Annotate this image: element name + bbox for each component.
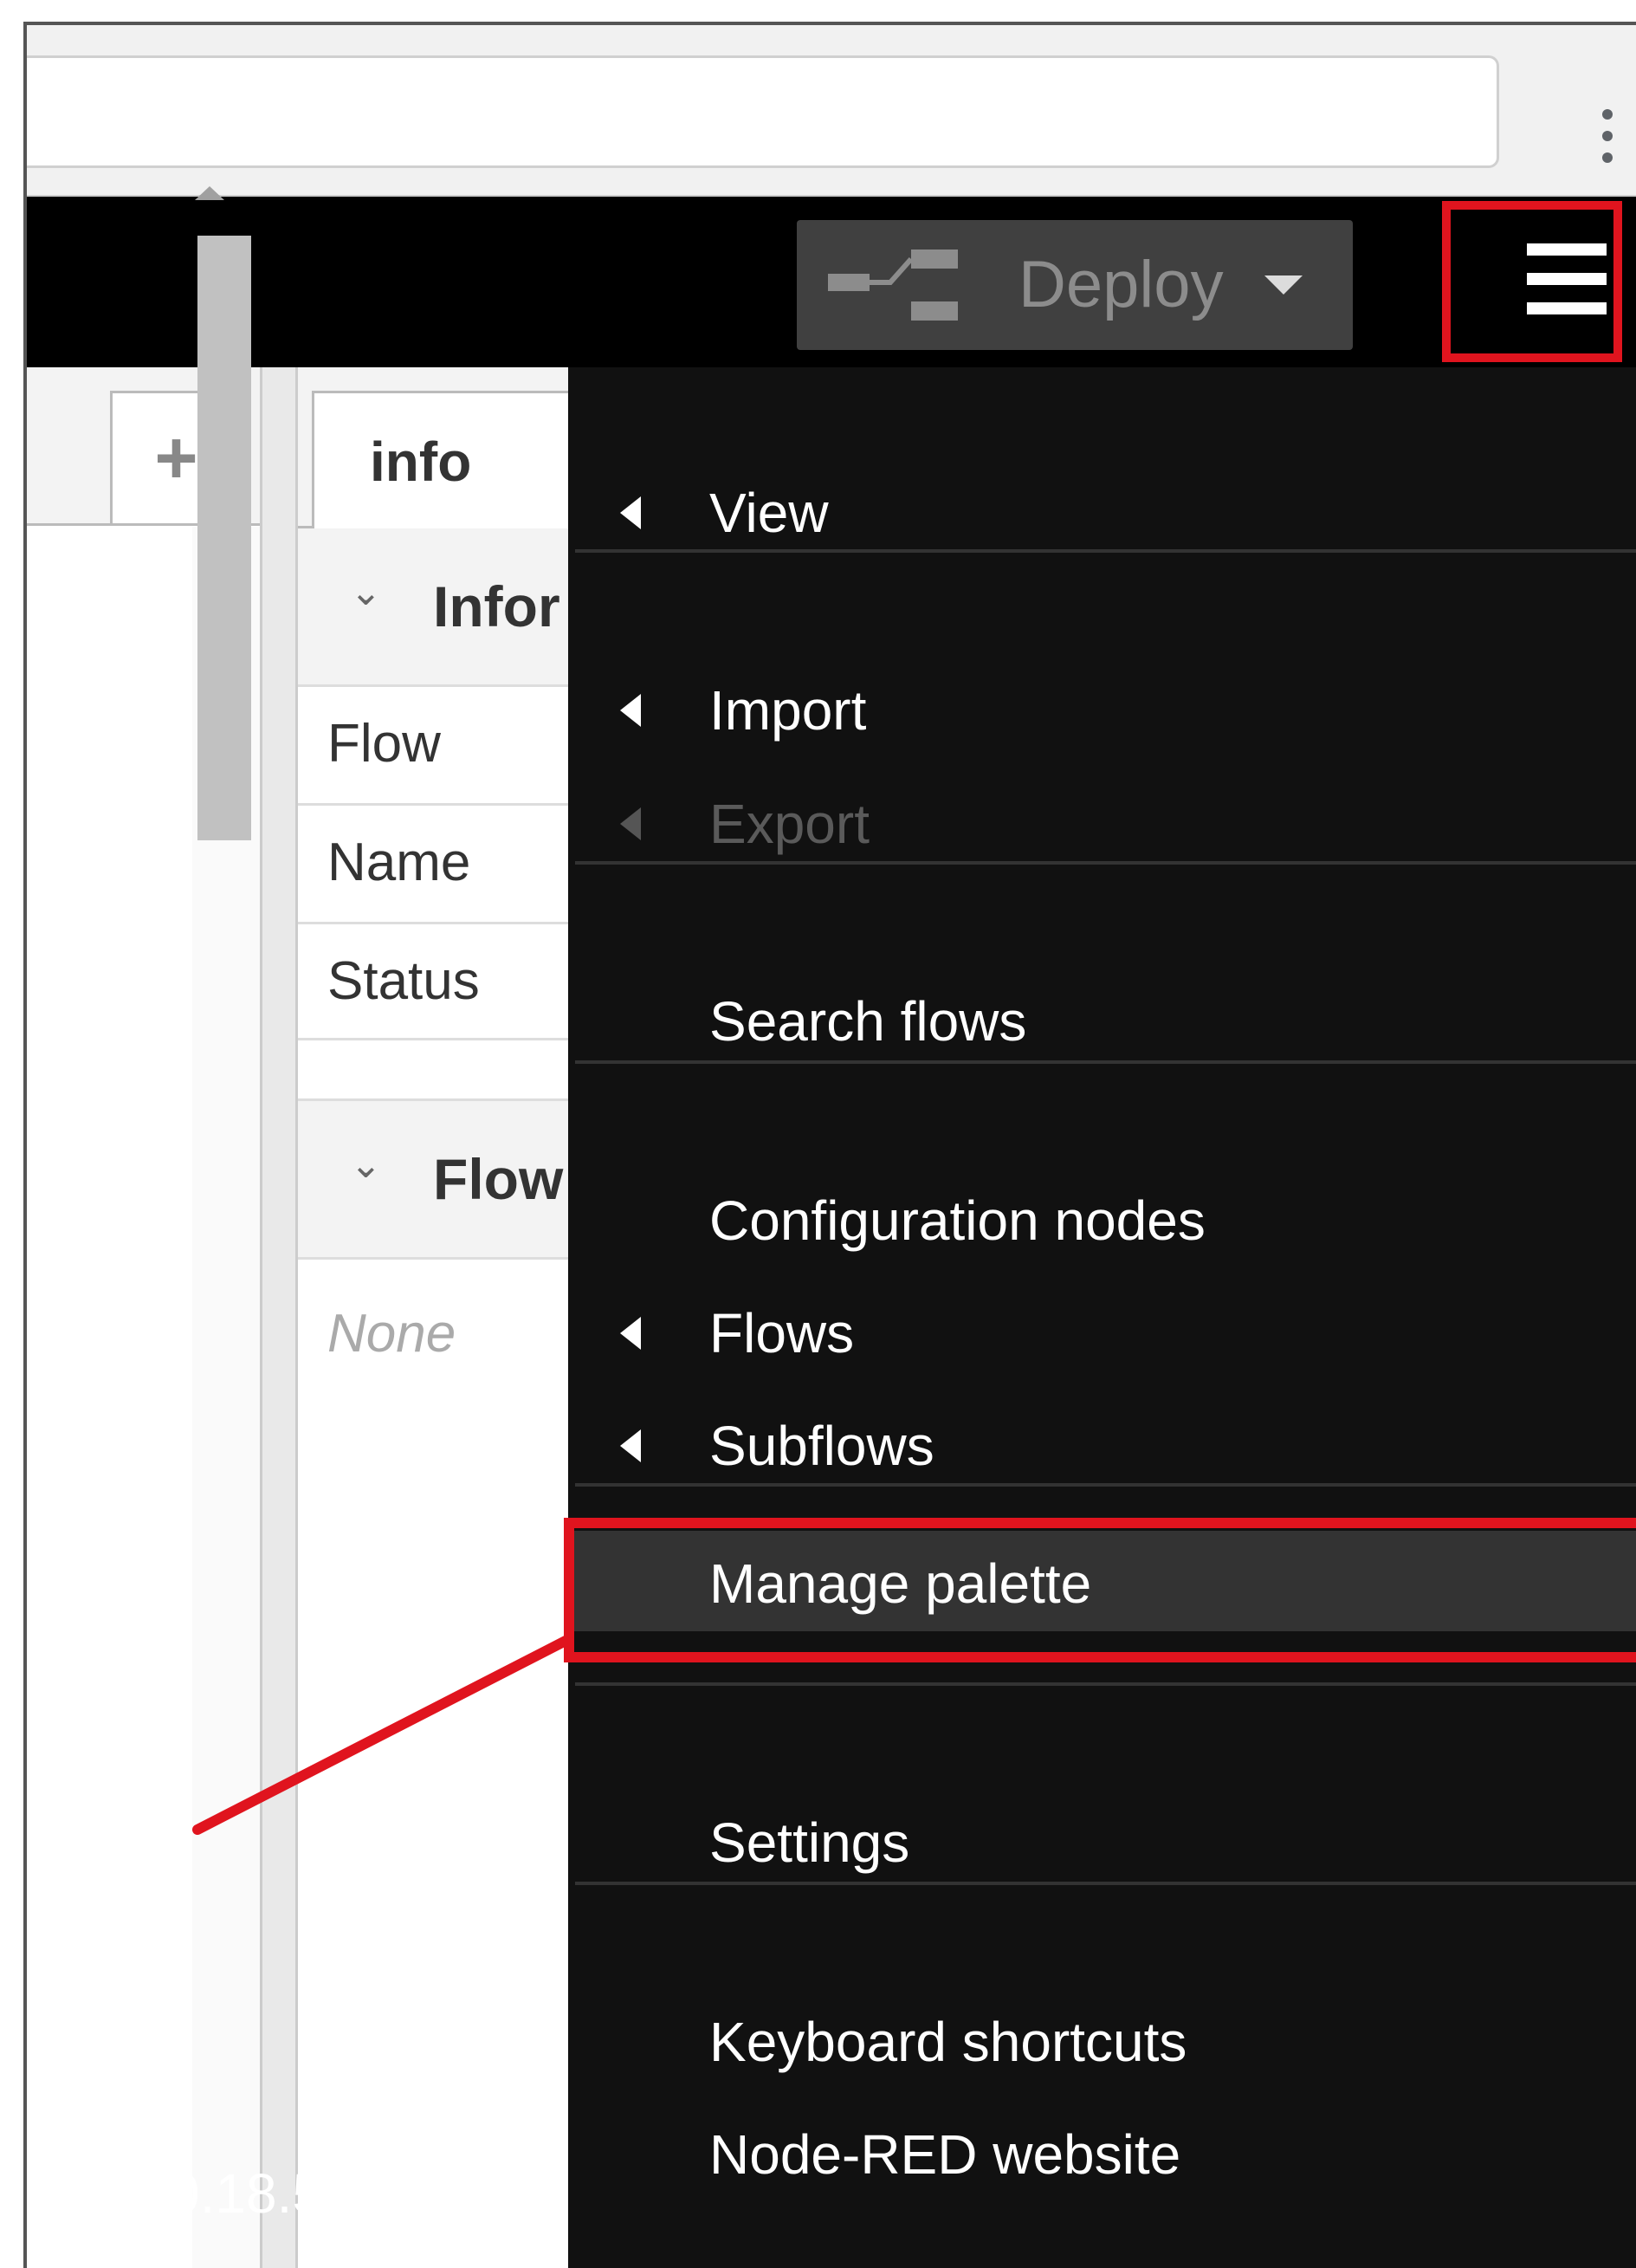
annotation-callout-line (192, 1635, 572, 1835)
screenshot-stage: Deploy + info ⌄ Infor Flow Name Status ⌄… (0, 0, 1636, 2268)
